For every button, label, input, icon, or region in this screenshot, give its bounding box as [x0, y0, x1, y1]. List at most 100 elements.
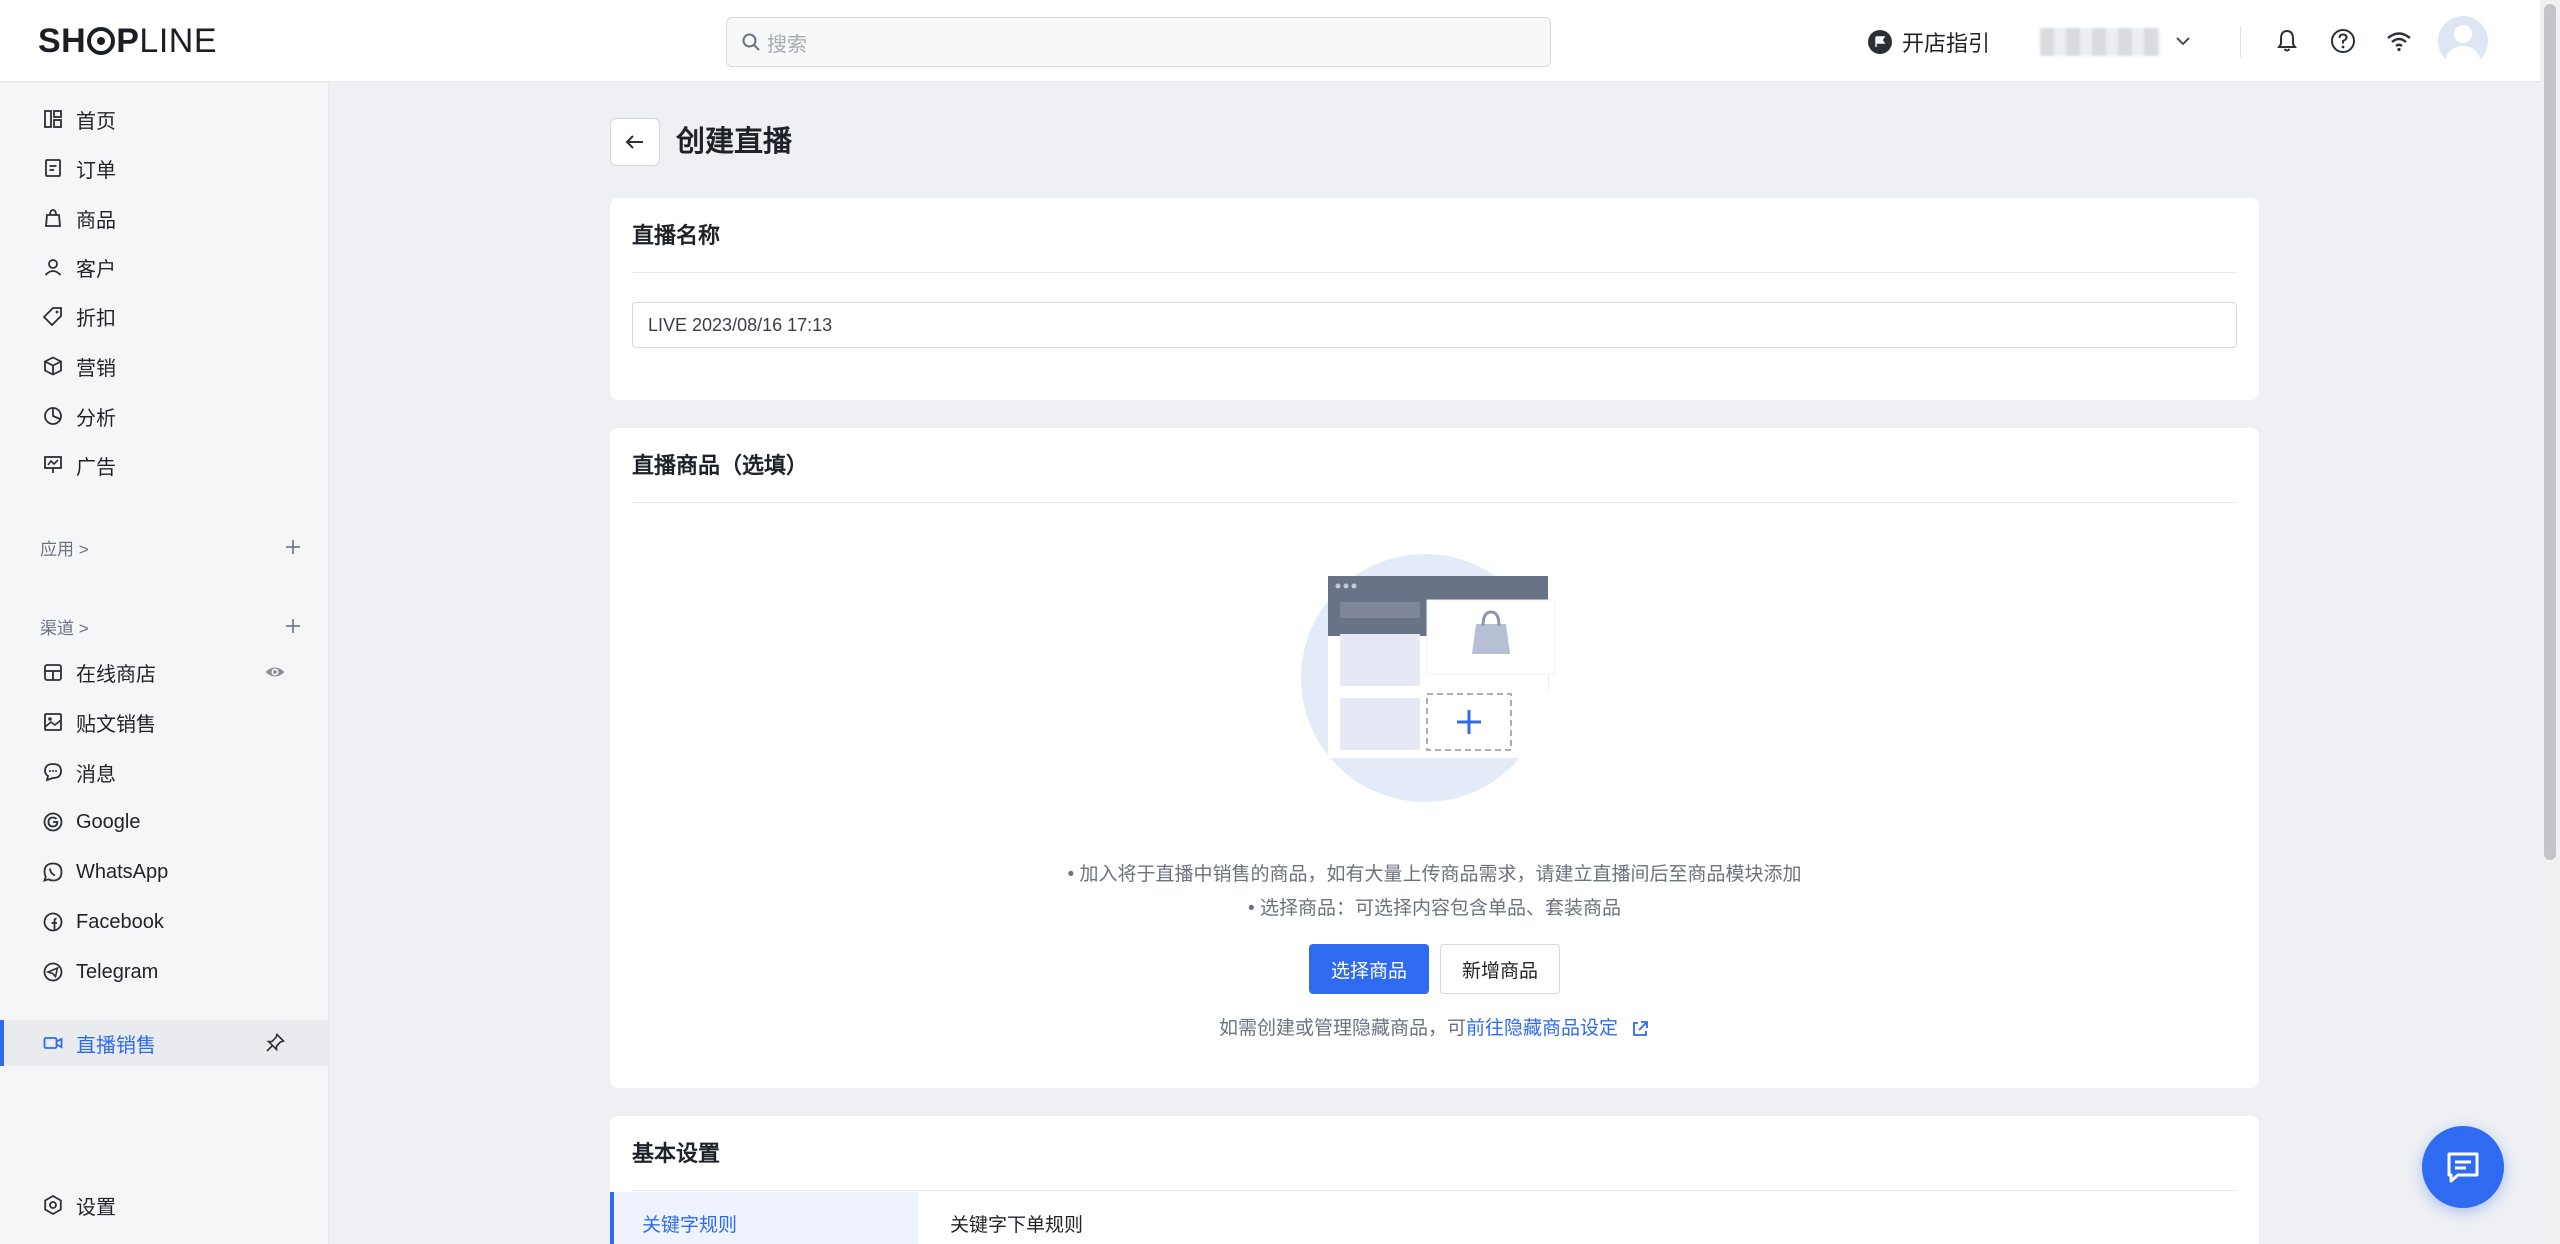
- external-link-icon[interactable]: [1630, 1019, 1650, 1039]
- sidebar-item-label: 订单: [76, 159, 116, 182]
- sidebar-item-facebook[interactable]: Facebook: [0, 899, 328, 945]
- add-product-button[interactable]: 新增商品: [1440, 944, 1560, 994]
- select-products-button[interactable]: 选择商品: [1309, 944, 1429, 994]
- video-icon: [43, 1037, 63, 1049]
- sidebar-item-label: 直播销售: [76, 1034, 156, 1057]
- card-divider: [632, 502, 2237, 503]
- whatsapp-icon: [43, 862, 63, 882]
- store-switcher[interactable]: [2040, 28, 2160, 56]
- wifi-icon[interactable]: [2384, 26, 2414, 56]
- sidebar-item-analytics[interactable]: 分析: [0, 393, 328, 439]
- sidebar-item-messages[interactable]: 消息: [0, 749, 328, 795]
- sidebar-item-live-sales[interactable]: 直播销售: [0, 1020, 328, 1066]
- card-title: 直播商品（选填）: [632, 453, 809, 478]
- sidebar-item-label: 营销: [76, 357, 116, 380]
- live-products-card: 直播商品（选填） • 加入将于直播中销售的商品，如有大量上传商品需求，请建立直播…: [610, 428, 2259, 1088]
- dashboard-icon: [44, 110, 62, 128]
- arrow-left-icon: [625, 135, 643, 149]
- avatar[interactable]: [2438, 16, 2488, 66]
- sidebar-item-google[interactable]: Google: [0, 799, 328, 845]
- chat-button[interactable]: [2422, 1126, 2504, 1208]
- sidebar-item-telegram[interactable]: Telegram: [0, 949, 328, 995]
- user-icon: [44, 259, 62, 276]
- back-button[interactable]: [610, 118, 660, 166]
- products-tip-2: • 选择商品：可选择内容包含单品、套装商品: [1248, 898, 1621, 919]
- sidebar-item-label: 广告: [76, 456, 116, 479]
- add-channel-icon[interactable]: [282, 615, 304, 637]
- sidebar-item-label: WhatsApp: [76, 860, 169, 883]
- sidebar-item-label: 客户: [76, 258, 116, 281]
- google-icon: [43, 812, 63, 832]
- sidebar-item-orders[interactable]: 订单: [0, 145, 328, 191]
- bell-icon[interactable]: [2272, 26, 2302, 56]
- sidebar-item-label: 分析: [76, 407, 116, 430]
- sidebar-item-settings[interactable]: 设置: [0, 1182, 328, 1228]
- hidden-products-settings-link[interactable]: 前往隐藏商品设定: [1466, 1012, 1618, 1046]
- card-divider: [632, 1190, 2237, 1191]
- sidebar-item-home[interactable]: 首页: [0, 96, 328, 142]
- facebook-icon: [43, 912, 63, 932]
- order-icon: [45, 159, 61, 177]
- sidebar-item-label: 消息: [76, 763, 116, 786]
- sidebar-item-label: 首页: [76, 110, 116, 133]
- sidebar-item-discounts[interactable]: 折扣: [0, 293, 328, 339]
- sidebar-item-marketing[interactable]: 营销: [0, 343, 328, 389]
- store-guide-button[interactable]: 开店指引: [1868, 24, 1990, 60]
- sidebar-item-label: 贴文销售: [76, 713, 156, 736]
- add-app-icon[interactable]: [282, 536, 304, 558]
- search-input[interactable]: 搜索: [726, 17, 1551, 67]
- sidebar-item-online-store[interactable]: 在线商店: [0, 649, 328, 695]
- channels-section-header[interactable]: 渠道 >: [40, 611, 310, 641]
- bag-icon: [45, 209, 61, 227]
- apps-section-header[interactable]: 应用 >: [40, 532, 310, 562]
- logo-text-part2: P: [116, 21, 140, 60]
- empty-products-illustration: [1301, 554, 1556, 802]
- search-icon: [742, 33, 760, 51]
- sidebar-item-label: 折扣: [76, 307, 116, 330]
- apps-section-label: 应用 >: [40, 539, 89, 559]
- sidebar-item-ads[interactable]: 广告: [0, 442, 328, 488]
- settings-icon: [44, 1194, 62, 1216]
- sidebar-item-label: Google: [76, 810, 141, 833]
- store-guide-label: 开店指引: [1902, 31, 1991, 56]
- logo-o-mark: [87, 27, 116, 55]
- store-icon: [44, 664, 62, 681]
- sidebar-item-whatsapp[interactable]: WhatsApp: [0, 849, 328, 895]
- chevron-down-icon[interactable]: [2172, 30, 2194, 52]
- shopline-logo[interactable]: SH P LINE: [38, 20, 217, 62]
- pin-icon[interactable]: [264, 1032, 286, 1054]
- sidebar-item-label: Facebook: [76, 910, 164, 933]
- page-scrollbar[interactable]: [2540, 0, 2560, 1244]
- live-name-card: 直播名称: [610, 198, 2259, 400]
- tag-icon: [42, 307, 62, 327]
- card-divider: [632, 272, 2237, 273]
- sidebar: 首页 订单 商品 客户 折扣 营销 分析 广告 应用 > 渠道 > 在线商店 贴…: [0, 83, 329, 1244]
- eye-icon[interactable]: [264, 661, 286, 683]
- telegram-icon: [43, 962, 63, 982]
- hidden-note-text: 如需创建或管理隐藏商品，可: [1218, 1018, 1466, 1039]
- cube-icon: [44, 356, 62, 376]
- sidebar-item-label: Telegram: [76, 960, 159, 983]
- tab-keyword-rules[interactable]: 关键字规则: [610, 1192, 918, 1244]
- keyword-order-rules-title: 关键字下单规则: [950, 1215, 1084, 1236]
- logo-text-part3: LINE: [139, 21, 218, 60]
- sidebar-item-label: 在线商店: [76, 663, 156, 686]
- sidebar-item-customers[interactable]: 客户: [0, 244, 328, 290]
- search-placeholder: 搜索: [767, 33, 807, 56]
- live-name-input[interactable]: [632, 302, 2237, 348]
- sidebar-item-post-sales[interactable]: 贴文销售: [0, 699, 328, 745]
- sidebar-item-products[interactable]: 商品: [0, 195, 328, 241]
- card-title: 基本设置: [632, 1141, 721, 1166]
- scrollbar-thumb[interactable]: [2544, 4, 2556, 860]
- post-icon: [44, 713, 62, 731]
- sidebar-item-label: 商品: [76, 209, 116, 232]
- header-divider: [2240, 26, 2241, 58]
- chat-icon: [2447, 1152, 2479, 1183]
- sidebar-item-label: 设置: [76, 1196, 116, 1219]
- help-icon[interactable]: [2328, 26, 2358, 56]
- channels-section-label: 渠道 >: [40, 618, 89, 638]
- pie-icon: [44, 407, 62, 425]
- page-title: 创建直播: [676, 126, 793, 158]
- basic-settings-card: 基本设置 关键字规则 关键字下单规则: [610, 1116, 2259, 1244]
- card-title: 直播名称: [632, 223, 721, 248]
